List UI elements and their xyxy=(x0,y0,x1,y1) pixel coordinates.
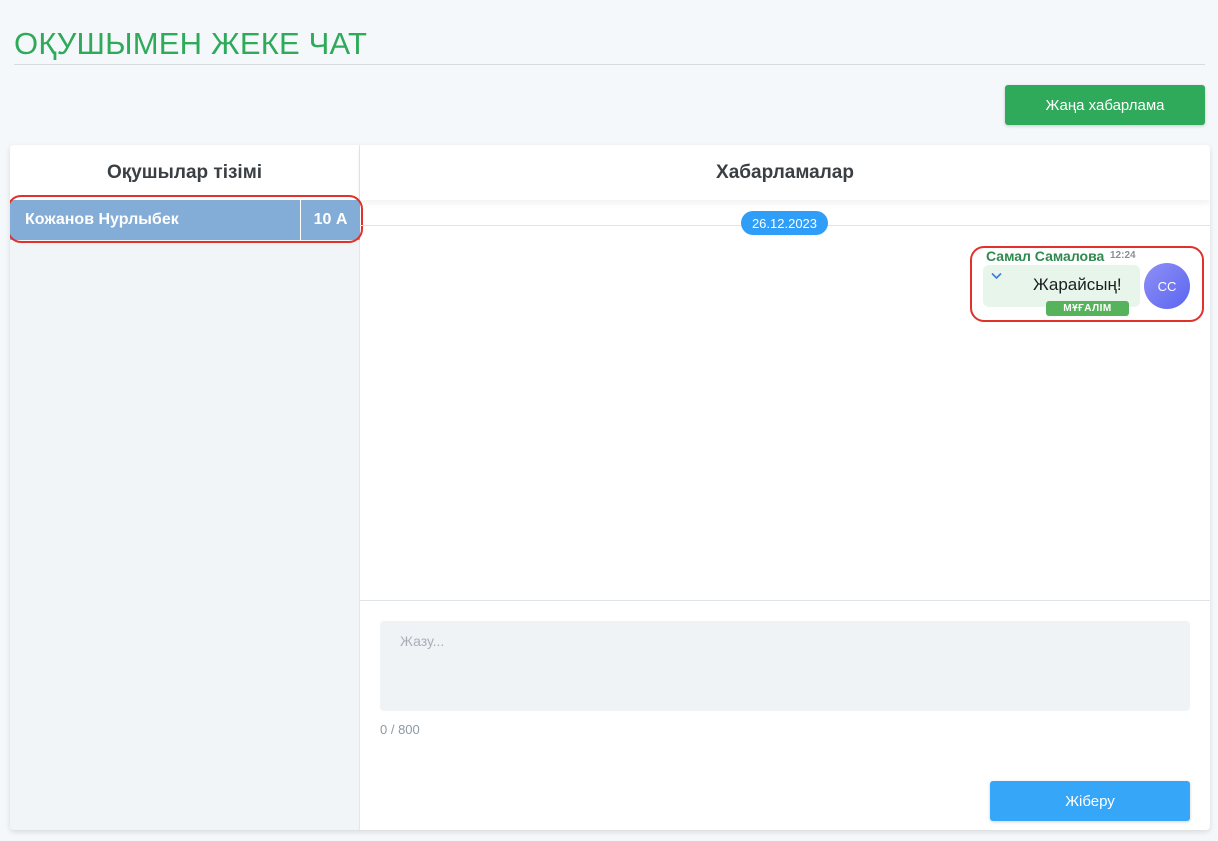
message-time: 12:24 xyxy=(1110,250,1136,261)
send-button[interactable]: Жіберу xyxy=(990,781,1190,821)
students-panel-header: Оқушылар тізімі xyxy=(10,145,359,200)
messages-panel: Хабарламалар 26.12.2023 Самал Самалова 1… xyxy=(360,145,1210,830)
composer-divider xyxy=(360,600,1210,601)
title-divider xyxy=(14,64,1205,65)
message-author: Самал Самалова xyxy=(986,248,1105,264)
student-name: Кожанов Нурлыбек xyxy=(25,211,179,228)
role-badge: МҰҒАЛІМ xyxy=(1046,301,1129,316)
student-class: 10 А xyxy=(300,200,360,240)
chat-card: Оқушылар тізімі Кожанов Нурлыбек 10 А Ха… xyxy=(10,145,1210,830)
character-counter: 0 / 800 xyxy=(380,722,420,737)
students-panel: Оқушылар тізімі Кожанов Нурлыбек 10 А xyxy=(10,145,363,830)
page-title: ОҚУШЫМЕН ЖЕКЕ ЧАТ xyxy=(14,26,368,61)
chevron-down-icon[interactable] xyxy=(991,269,1002,283)
new-message-button[interactable]: Жаңа хабарлама xyxy=(1005,85,1205,125)
date-separator-badge: 26.12.2023 xyxy=(741,211,828,235)
student-list-item[interactable]: Кожанов Нурлыбек 10 А xyxy=(10,200,360,240)
avatar: СС xyxy=(1144,263,1190,309)
message-input[interactable] xyxy=(380,621,1190,711)
messages-panel-header: Хабарламалар xyxy=(360,145,1210,200)
message-text: Жарайсың! xyxy=(1033,275,1122,294)
